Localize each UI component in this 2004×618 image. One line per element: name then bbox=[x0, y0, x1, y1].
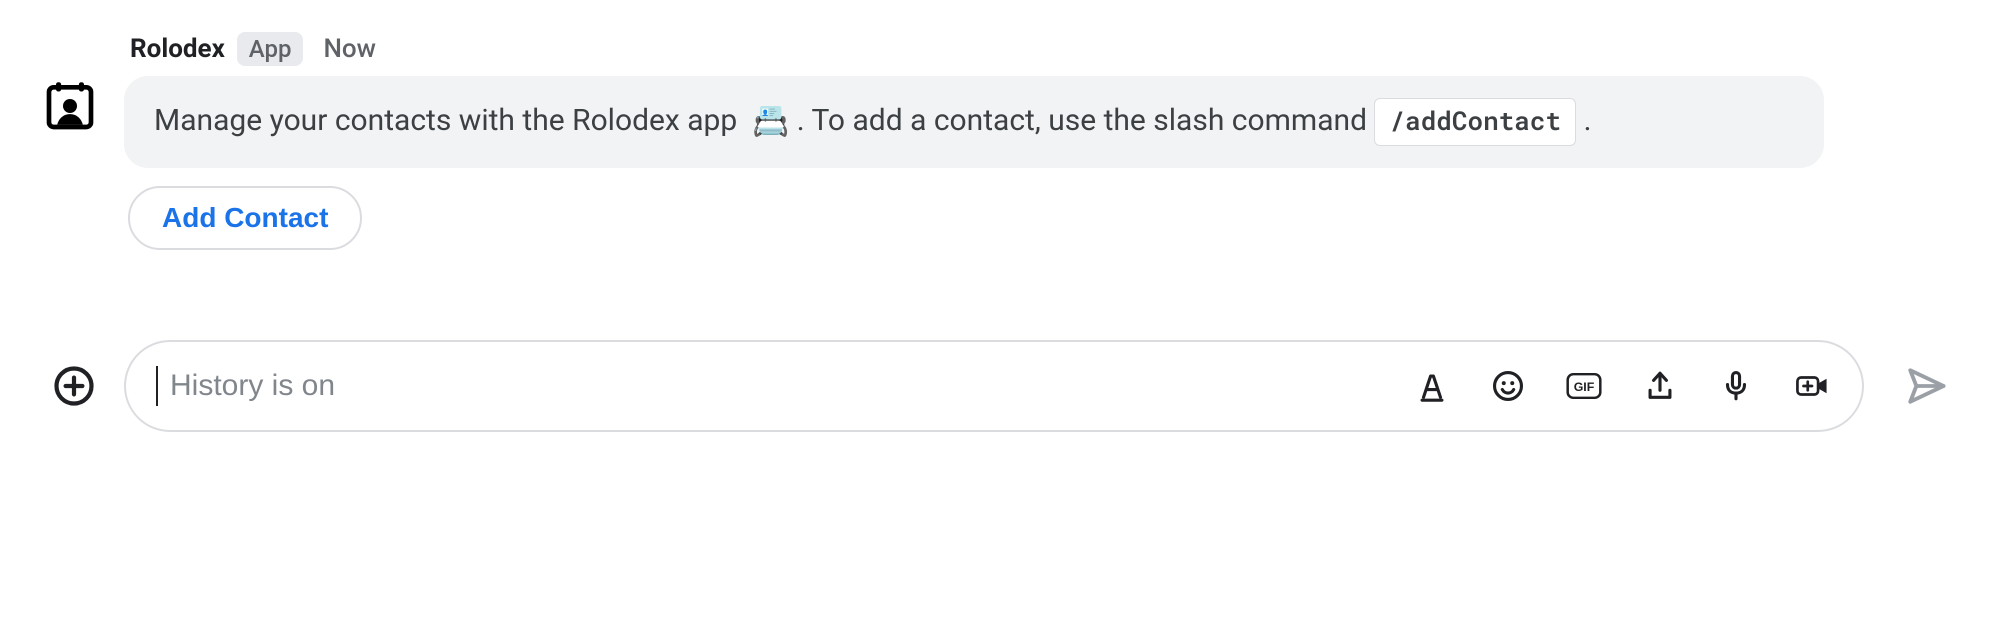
composer-plus-button[interactable] bbox=[50, 362, 98, 410]
reply-chips-row: Add Contact bbox=[124, 186, 1964, 250]
sender-row: Rolodex App Now bbox=[124, 32, 1964, 66]
composer-icon-tray: GIF bbox=[1414, 368, 1830, 404]
microphone-icon[interactable] bbox=[1718, 368, 1754, 404]
message-text-part3: . bbox=[1584, 103, 1592, 138]
text-cursor-icon bbox=[156, 366, 158, 406]
message-time: Now bbox=[323, 34, 376, 64]
format-text-icon[interactable] bbox=[1414, 368, 1450, 404]
message-bubble: Manage your contacts with the Rolodex ap… bbox=[124, 76, 1824, 168]
message-column: Rolodex App Now Manage your contacts wit… bbox=[124, 32, 1964, 250]
sender-name: Rolodex bbox=[130, 34, 225, 64]
gif-icon[interactable]: GIF bbox=[1566, 368, 1602, 404]
composer-input-container[interactable]: GIF bbox=[124, 340, 1864, 432]
slash-command-code: /addContact bbox=[1374, 98, 1576, 146]
card-index-emoji-icon: 📇 bbox=[749, 104, 793, 140]
composer-input[interactable] bbox=[170, 369, 1404, 403]
composer-row: GIF bbox=[40, 340, 1964, 432]
send-icon bbox=[1905, 365, 1947, 407]
plus-circle-icon bbox=[53, 365, 95, 407]
contact-card-avatar-icon bbox=[42, 78, 98, 134]
emoji-icon[interactable] bbox=[1490, 368, 1526, 404]
message-row: Rolodex App Now Manage your contacts wit… bbox=[40, 32, 1964, 250]
send-button[interactable] bbox=[1902, 362, 1950, 410]
add-video-icon[interactable] bbox=[1794, 368, 1830, 404]
add-contact-button[interactable]: Add Contact bbox=[128, 186, 362, 250]
sender-app-badge: App bbox=[237, 32, 304, 66]
svg-text:GIF: GIF bbox=[1574, 380, 1595, 394]
upload-icon[interactable] bbox=[1642, 368, 1678, 404]
message-text-part2: . To add a contact, use the slash comman… bbox=[797, 103, 1375, 138]
app-avatar bbox=[40, 76, 100, 136]
message-text-part1: Manage your contacts with the Rolodex ap… bbox=[154, 103, 737, 138]
